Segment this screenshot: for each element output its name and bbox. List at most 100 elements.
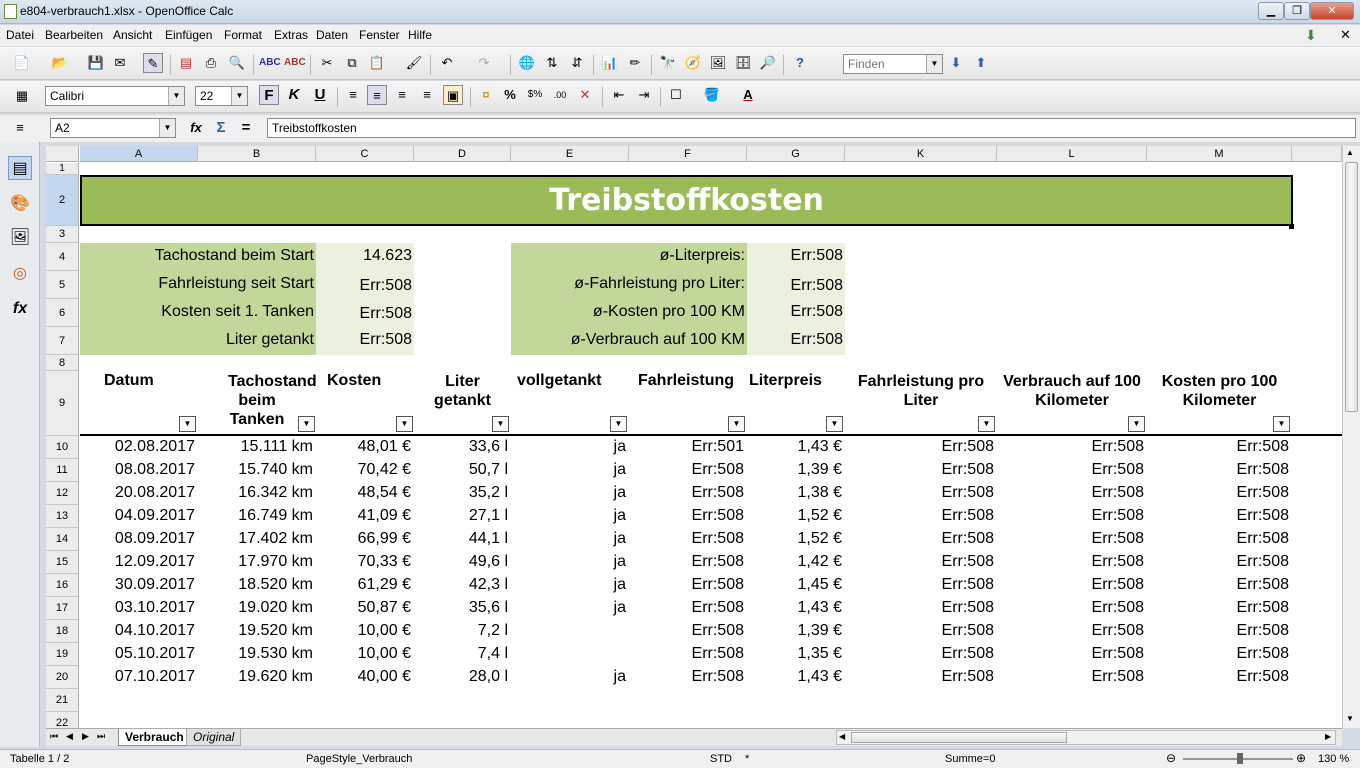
help-icon[interactable]: ? xyxy=(790,53,810,73)
row-header[interactable]: 15 xyxy=(46,551,79,574)
cell-literpreis[interactable]: 1,43 € xyxy=(747,668,842,686)
cell-fahrleistung-pro-liter[interactable]: Err:508 xyxy=(845,622,994,640)
summary-value[interactable]: Err:508 xyxy=(316,331,412,349)
summary-value[interactable]: 14.623 xyxy=(316,247,412,265)
summary-label[interactable]: Kosten seit 1. Tanken xyxy=(80,303,314,321)
italic-icon[interactable]: K xyxy=(284,85,304,105)
cell-datum[interactable]: 05.10.2017 xyxy=(80,645,195,663)
column-header-m[interactable]: M xyxy=(1147,146,1292,162)
scroll-down-icon[interactable]: ▼ xyxy=(1346,714,1354,723)
cell-kosten-100km[interactable]: Err:508 xyxy=(1147,553,1289,571)
cell-kosten[interactable]: 10,00 € xyxy=(316,622,411,640)
cell-verbrauch[interactable]: Err:508 xyxy=(997,668,1144,686)
styles-formatting-icon[interactable]: 🎨 xyxy=(8,192,32,216)
cell-vollgetankt[interactable]: ja xyxy=(511,507,626,525)
find-previous-icon[interactable]: ⬆ xyxy=(971,53,991,73)
email-icon[interactable]: ✉ xyxy=(110,53,130,73)
column-header-e[interactable]: E xyxy=(511,146,629,162)
vertical-scrollbar[interactable]: ▲ ▼ xyxy=(1342,146,1360,728)
summary-label[interactable]: ø-Literpreis: xyxy=(511,247,745,265)
next-sheet-icon[interactable]: ▶ xyxy=(82,731,89,742)
row-header[interactable]: 16 xyxy=(46,574,79,597)
summary-value[interactable]: Err:508 xyxy=(316,277,412,295)
cell-tachostand[interactable]: 18.520 km xyxy=(198,576,313,594)
cell-datum[interactable]: 20.08.2017 xyxy=(80,484,195,502)
font-color-icon[interactable]: A xyxy=(738,85,758,105)
autofilter-button[interactable]: ▼ xyxy=(826,416,843,432)
menu-einfuegen[interactable]: Einfügen xyxy=(165,28,212,42)
cell-liter[interactable]: 49,6 l xyxy=(414,553,508,571)
row-header[interactable]: 9 xyxy=(46,371,79,436)
new-document-icon[interactable]: 📄 xyxy=(12,53,32,73)
cell-tachostand[interactable]: 16.749 km xyxy=(198,507,313,525)
row-header[interactable]: 6 xyxy=(46,299,79,327)
menu-datei[interactable]: Datei xyxy=(6,28,34,42)
cell-kosten-100km[interactable]: Err:508 xyxy=(1147,530,1289,548)
draw-functions-icon[interactable]: ✏ xyxy=(625,53,645,73)
cell-fahrleistung-pro-liter[interactable]: Err:508 xyxy=(845,461,994,479)
cell-literpreis[interactable]: 1,42 € xyxy=(747,553,842,571)
cell-liter[interactable]: 35,2 l xyxy=(414,484,508,502)
cell-fahrleistung[interactable]: Err:508 xyxy=(629,507,744,525)
cell-vollgetankt[interactable]: ja xyxy=(511,553,626,571)
row-header[interactable]: 18 xyxy=(46,620,79,643)
find-replace-icon[interactable]: 🔭 xyxy=(658,53,678,73)
number-format-icon[interactable]: $% xyxy=(525,85,545,105)
zoom-icon[interactable]: 🔎 xyxy=(758,53,778,73)
align-right-icon[interactable]: ≡ xyxy=(392,85,412,105)
formula-input[interactable]: Treibstoffkosten xyxy=(267,118,1356,138)
autofilter-button[interactable]: ▼ xyxy=(1273,416,1290,432)
autofilter-button[interactable]: ▼ xyxy=(728,416,745,432)
cell-vollgetankt[interactable]: ja xyxy=(511,461,626,479)
align-center-icon[interactable]: ≡ xyxy=(367,85,387,105)
maximize-button[interactable]: ❐ xyxy=(1284,2,1310,20)
column-title-fahrleistung-pro-liter[interactable]: Fahrleistung pro Liter xyxy=(845,372,997,410)
cell-datum[interactable]: 08.09.2017 xyxy=(80,530,195,548)
status-page-style[interactable]: PageStyle_Verbrauch xyxy=(306,753,412,765)
edit-file-icon[interactable]: ✎ xyxy=(143,53,163,73)
cell-fahrleistung-pro-liter[interactable]: Err:508 xyxy=(845,599,994,617)
cell-literpreis[interactable]: 1,39 € xyxy=(747,461,842,479)
cell-liter[interactable]: 50,7 l xyxy=(414,461,508,479)
cell-fahrleistung-pro-liter[interactable]: Err:508 xyxy=(845,553,994,571)
cell-tachostand[interactable]: 19.020 km xyxy=(198,599,313,617)
cell-kosten-100km[interactable]: Err:508 xyxy=(1147,622,1289,640)
column-title-datum[interactable]: Datum xyxy=(104,372,194,390)
cell-kosten-100km[interactable]: Err:508 xyxy=(1147,668,1289,686)
cell-fahrleistung[interactable]: Err:501 xyxy=(629,438,744,456)
cell-fahrleistung[interactable]: Err:508 xyxy=(629,599,744,617)
formula-icon[interactable]: = xyxy=(236,118,256,138)
cell-verbrauch[interactable]: Err:508 xyxy=(997,553,1144,571)
cell-kosten-100km[interactable]: Err:508 xyxy=(1147,461,1289,479)
zoom-slider-handle[interactable] xyxy=(1237,753,1243,764)
row-header[interactable]: 14 xyxy=(46,528,79,551)
autofilter-button[interactable]: ▼ xyxy=(610,416,627,432)
row-header[interactable]: 7 xyxy=(46,327,79,355)
find-next-icon[interactable]: ⬇ xyxy=(946,53,966,73)
sum-icon[interactable]: Σ xyxy=(211,118,231,138)
cell-vollgetankt[interactable]: ja xyxy=(511,599,626,617)
column-title-kosten[interactable]: Kosten xyxy=(327,372,407,390)
cell-vollgetankt[interactable]: ja xyxy=(511,668,626,686)
summary-value[interactable]: Err:508 xyxy=(747,331,843,349)
cell-kosten[interactable]: 66,99 € xyxy=(316,530,411,548)
cell-kosten-100km[interactable]: Err:508 xyxy=(1147,599,1289,617)
decrease-indent-icon[interactable]: ⇤ xyxy=(609,85,629,105)
row-header[interactable]: 4 xyxy=(46,243,79,271)
cell-verbrauch[interactable]: Err:508 xyxy=(997,645,1144,663)
cell-fahrleistung[interactable]: Err:508 xyxy=(629,484,744,502)
cell-fahrleistung-pro-liter[interactable]: Err:508 xyxy=(845,530,994,548)
column-title-verbrauch[interactable]: Verbrauch auf 100 Kilometer xyxy=(997,372,1147,410)
cell-datum[interactable]: 04.09.2017 xyxy=(80,507,195,525)
scroll-up-icon[interactable]: ▲ xyxy=(1346,148,1354,157)
status-mode[interactable]: STD xyxy=(710,753,732,765)
row-header[interactable]: 21 xyxy=(46,689,79,712)
column-header-g[interactable]: G xyxy=(747,146,845,162)
column-header-d[interactable]: D xyxy=(414,146,511,162)
summary-value[interactable]: Err:508 xyxy=(747,247,843,265)
function-wizard-icon[interactable]: fx xyxy=(186,118,206,138)
row-header[interactable]: 1 xyxy=(46,163,79,175)
cell-fahrleistung-pro-liter[interactable]: Err:508 xyxy=(845,576,994,594)
add-decimal-icon[interactable]: .00 xyxy=(550,85,570,105)
cell-verbrauch[interactable]: Err:508 xyxy=(997,438,1144,456)
